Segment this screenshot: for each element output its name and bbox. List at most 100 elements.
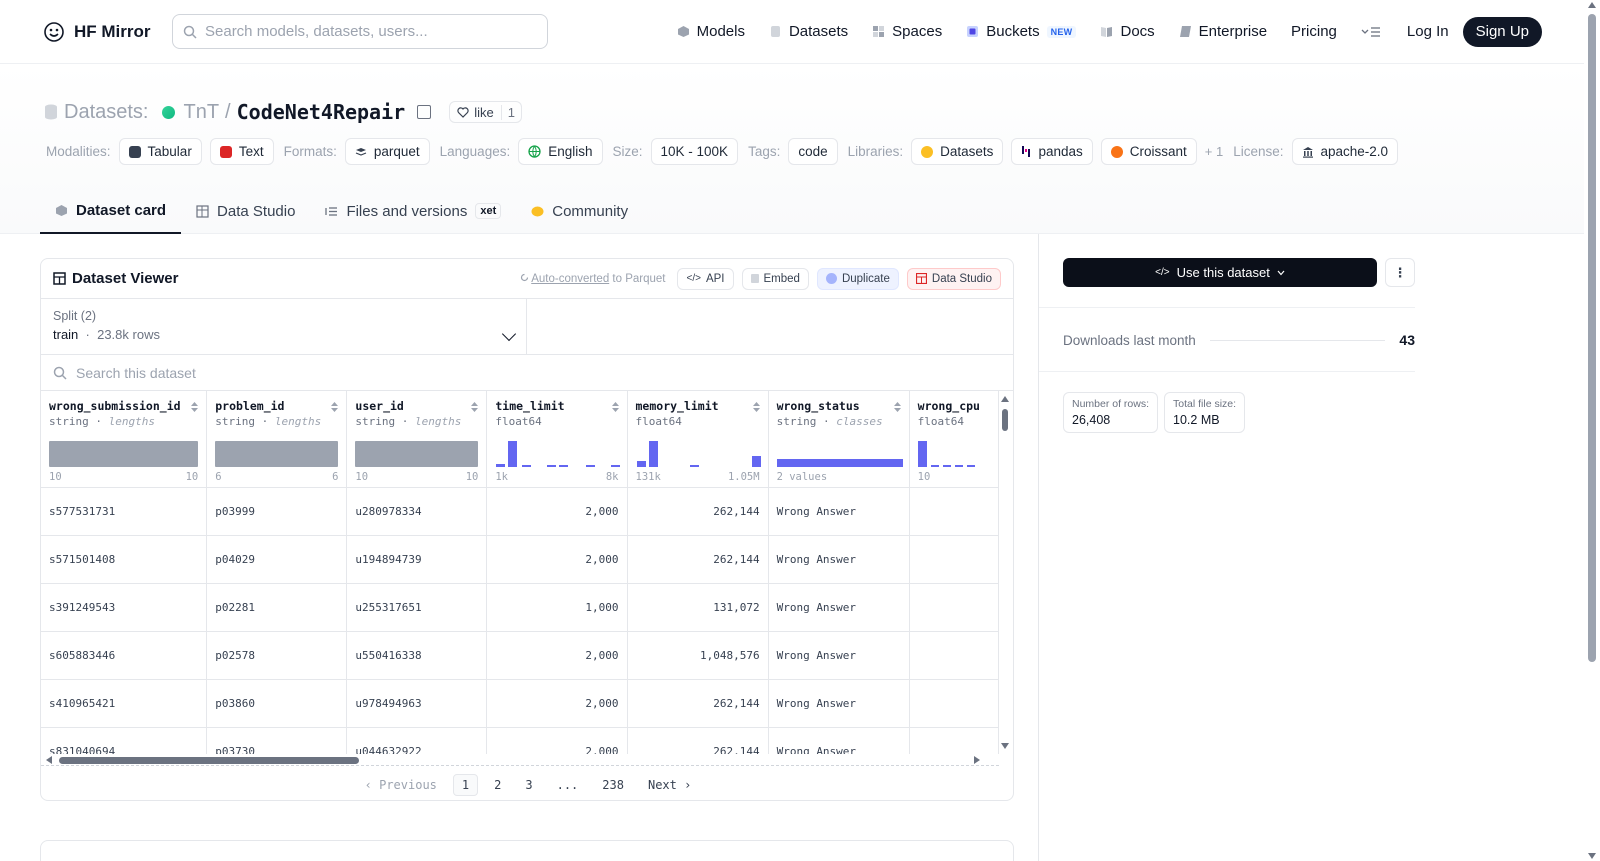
- page-scroll-thumb[interactable]: [1588, 14, 1596, 662]
- sort-icon[interactable]: [611, 401, 620, 413]
- search-input[interactable]: Search models, datasets, users...: [172, 14, 548, 49]
- tab-community[interactable]: Community: [516, 188, 643, 234]
- sort-icon[interactable]: [470, 401, 479, 413]
- table-cell[interactable]: 1,000: [486, 583, 628, 632]
- table-cell[interactable]: 2,000: [486, 535, 628, 584]
- embed-button[interactable]: Embed: [741, 267, 809, 290]
- nav-pricing[interactable]: Pricing: [1279, 23, 1349, 40]
- sort-icon[interactable]: [893, 401, 902, 413]
- scroll-right-icon[interactable]: [973, 755, 981, 765]
- nav-enterprise[interactable]: Enterprise: [1167, 23, 1279, 40]
- page-link[interactable]: 238: [594, 775, 632, 795]
- copy-icon[interactable]: [417, 105, 432, 119]
- table-cell[interactable]: [909, 727, 999, 754]
- table-cell[interactable]: 262,144: [627, 679, 769, 728]
- length-histogram[interactable]: [49, 441, 199, 467]
- tag-pandas[interactable]: pandas: [1011, 138, 1093, 165]
- table-cell[interactable]: p03999: [206, 487, 348, 536]
- like-button[interactable]: like 1: [449, 101, 522, 123]
- sort-icon[interactable]: [752, 401, 761, 413]
- dataset-name[interactable]: CodeNet4Repair: [237, 100, 406, 124]
- column-header[interactable]: memory_limit float64 131k 1.05M: [627, 391, 769, 488]
- split-select[interactable]: Split (2) train · 23.8k rows: [41, 299, 527, 354]
- column-header[interactable]: problem_id string · lengths 6 6: [206, 391, 348, 488]
- column-header[interactable]: user_id string · lengths 10 10: [346, 391, 488, 488]
- table-row[interactable]: s605883446 p02578 u550416338 2,000 1,048,576…: [41, 631, 999, 680]
- login-button[interactable]: Log In: [1393, 23, 1463, 40]
- api-button[interactable]: </> API: [677, 267, 734, 290]
- table-cell[interactable]: u044632922: [346, 727, 488, 754]
- length-histogram[interactable]: [355, 441, 479, 467]
- scroll-down-icon[interactable]: [1000, 742, 1010, 750]
- table-cell[interactable]: u550416338: [346, 631, 488, 680]
- scroll-up-icon[interactable]: [1000, 395, 1010, 403]
- tab-data-studio[interactable]: Data Studio: [181, 188, 310, 234]
- table-cell[interactable]: s605883446: [41, 631, 208, 680]
- signup-button[interactable]: Sign Up: [1462, 16, 1542, 47]
- table-cell[interactable]: 1,048,576: [627, 631, 769, 680]
- nav-spaces[interactable]: Spaces: [860, 23, 954, 40]
- scroll-up-icon[interactable]: [1588, 2, 1596, 8]
- scroll-thumb[interactable]: [59, 757, 359, 764]
- table-cell[interactable]: s831040694: [41, 727, 208, 754]
- value-histogram[interactable]: [636, 441, 764, 467]
- tag-license[interactable]: apache-2.0: [1291, 138, 1399, 165]
- table-cell[interactable]: 131,072: [627, 583, 769, 632]
- more-options-button[interactable]: ⋮: [1385, 258, 1415, 287]
- datasets-prefix[interactable]: Datasets:: [64, 101, 148, 124]
- tag-parquet[interactable]: parquet: [344, 138, 430, 165]
- table-vertical-scrollbar[interactable]: [999, 391, 1013, 754]
- sort-icon[interactable]: [190, 401, 199, 413]
- scroll-thumb[interactable]: [1002, 409, 1008, 431]
- table-cell[interactable]: p04029: [206, 535, 348, 584]
- table-cell[interactable]: [909, 679, 999, 728]
- class-bar[interactable]: [776, 441, 905, 467]
- nav-datasets[interactable]: Datasets: [757, 23, 860, 40]
- table-cell[interactable]: p03860: [206, 679, 348, 728]
- scroll-left-icon[interactable]: [45, 755, 53, 765]
- owner-link[interactable]: TnT: [183, 101, 219, 124]
- table-horizontal-scrollbar[interactable]: [41, 754, 999, 766]
- table-row[interactable]: s831040694 p03730 u044632922 2,000 262,144 Wr…: [41, 727, 999, 754]
- length-histogram[interactable]: [215, 441, 339, 467]
- tag-tabular[interactable]: Tabular: [118, 138, 202, 165]
- table-cell[interactable]: s391249543: [41, 583, 208, 632]
- tag-english[interactable]: English: [518, 138, 603, 165]
- prev-page-button[interactable]: ‹ Previous: [357, 775, 445, 795]
- value-histogram[interactable]: [495, 441, 623, 467]
- nav-docs[interactable]: Docs: [1088, 23, 1166, 40]
- table-cell[interactable]: s410965421: [41, 679, 208, 728]
- tag-size[interactable]: 10K - 100K: [650, 138, 739, 165]
- nav-buckets[interactable]: Buckets NEW: [954, 23, 1088, 40]
- tag-text[interactable]: Text: [209, 138, 274, 165]
- nav-more[interactable]: [1349, 26, 1393, 38]
- page-link[interactable]: 2: [486, 775, 509, 795]
- table-cell[interactable]: p02281: [206, 583, 348, 632]
- duplicate-button[interactable]: Duplicate: [816, 267, 899, 290]
- dataset-search-input[interactable]: Search this dataset: [41, 355, 1013, 391]
- column-header[interactable]: wrong_status string · classes 2 values: [768, 391, 910, 488]
- brand[interactable]: HF Mirror: [42, 20, 172, 44]
- tag-datasets-lib[interactable]: Datasets: [911, 138, 1004, 165]
- table-cell[interactable]: 262,144: [627, 487, 769, 536]
- table-cell[interactable]: [909, 535, 999, 584]
- table-cell[interactable]: Wrong Answer: [768, 487, 910, 536]
- table-cell[interactable]: 2,000: [486, 487, 628, 536]
- tab-dataset-card[interactable]: Dataset card: [40, 188, 182, 234]
- table-cell[interactable]: [909, 583, 999, 632]
- page-link[interactable]: 1: [452, 774, 479, 796]
- tag-code[interactable]: code: [788, 138, 838, 165]
- value-histogram[interactable]: [917, 441, 992, 467]
- table-cell[interactable]: 2,000: [486, 727, 628, 754]
- table-cell[interactable]: 2,000: [486, 631, 628, 680]
- table-cell[interactable]: Wrong Answer: [768, 727, 910, 754]
- table-row[interactable]: s410965421 p03860 u978494963 2,000 262,144 Wr…: [41, 679, 999, 728]
- table-cell[interactable]: 262,144: [627, 535, 769, 584]
- table-row[interactable]: s391249543 p02281 u255317651 1,000 131,072 Wr…: [41, 583, 999, 632]
- table-cell[interactable]: Wrong Answer: [768, 679, 910, 728]
- table-cell[interactable]: p02578: [206, 631, 348, 680]
- column-header[interactable]: wrong_cpu float64 10: [909, 391, 999, 488]
- table-cell[interactable]: p03730: [206, 727, 348, 754]
- table-cell[interactable]: 2,000: [486, 679, 628, 728]
- page-link[interactable]: 3: [517, 775, 540, 795]
